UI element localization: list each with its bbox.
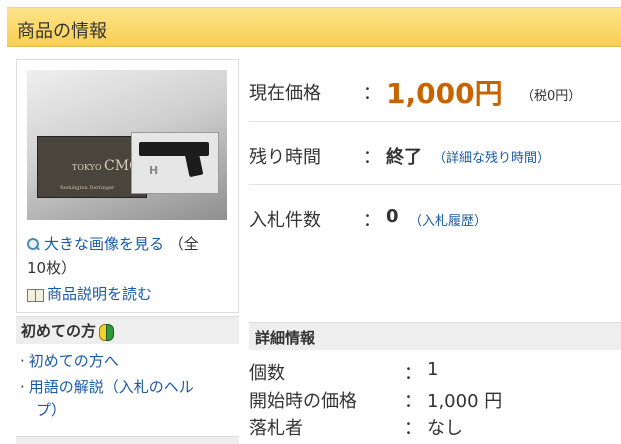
detail-colon: ： [404,418,422,439]
time-left-value: 終了 [386,147,422,168]
view-large-image-link[interactable]: 大きな画像を見る [44,235,164,253]
time-left-label: 残り時間 [249,147,321,168]
beginner-guide-label: 初めての方へ [28,352,119,370]
section-header: 商品の情報 [7,7,621,47]
current-price-value: 1,000円 [386,77,503,110]
magnifier-icon [27,238,40,251]
view-large-row: 大きな画像を見る （全 [27,233,199,255]
detail-row-winner: 落札者 ： なし [249,414,621,442]
detailed-time-left-link[interactable]: （詳細な残り時間） [433,147,550,166]
detail-row-quantity: 個数 ： 1 [249,359,621,387]
image-count: 10枚） [27,259,77,277]
current-price-colon: ： [363,83,381,104]
detail-colon: ： [404,363,422,384]
beginner-title: 初めての方 [21,322,97,340]
read-description-link[interactable]: 商品説明を読む [47,285,152,303]
current-price-label: 現在価格 [249,83,321,104]
photo-tray-mark: H [149,164,159,177]
detail-row-start-price: 開始時の価格 ： 1,000 円 [249,387,621,415]
bid-count-value: 0 [386,206,399,227]
glossary-label-line1: 用語の解説（入札のヘル [28,378,194,396]
bid-count-label: 入札件数 [249,210,321,231]
glossary-link[interactable]: · 用語の解説（入札のヘル プ） [20,376,194,422]
item-photo[interactable]: TOKYO CMC Remington Derringer H [27,70,227,220]
beginner-header: 初めての方 [16,316,239,344]
photo-model-text: Remington Derringer [60,185,115,191]
detail-value: 1 [427,359,439,380]
section-title: 商品の情報 [17,21,107,42]
detail-value: 1,000 円 [427,391,503,412]
image-count-prefix: （全 [168,235,199,253]
bids-row: 入札件数 ： 0 （入札履歴） [249,185,621,245]
bid-history-link[interactable]: （入札履歴） [409,210,487,229]
details-title: 詳細情報 [255,329,316,347]
beginner-guide-link[interactable]: · 初めての方へ [20,350,119,373]
detail-colon: ： [404,391,422,412]
beginner-mark-icon [99,323,115,341]
beginner-box: 初めての方 · 初めての方へ · 用語の解説（入札のヘル プ） [16,316,239,444]
details-header: 詳細情報 [249,322,621,350]
current-price-row: 現在価格 ： 1,000円 （税0円） [249,59,621,122]
detail-key: 落札者 [249,418,303,439]
description-row: 商品説明を読む [27,283,152,305]
time-left-row: 残り時間 ： 終了 （詳細な残り時間） [249,122,621,185]
photo-brand-small: TOKYO [72,163,102,172]
detail-key: 個数 [249,363,285,384]
detail-key: 開始時の価格 [249,391,357,412]
bullet: · [20,352,25,370]
detail-value: なし [427,418,463,439]
next-section-header [16,436,239,444]
image-panel: TOKYO CMC Remington Derringer H 大きな画像を見る… [16,59,239,313]
time-left-colon: ： [363,147,381,168]
bullet: · [20,378,25,396]
bid-count-colon: ： [363,210,381,231]
tax-amount: （税0円） [521,89,582,104]
glossary-label-line2: プ） [36,401,67,419]
book-icon [27,288,44,302]
